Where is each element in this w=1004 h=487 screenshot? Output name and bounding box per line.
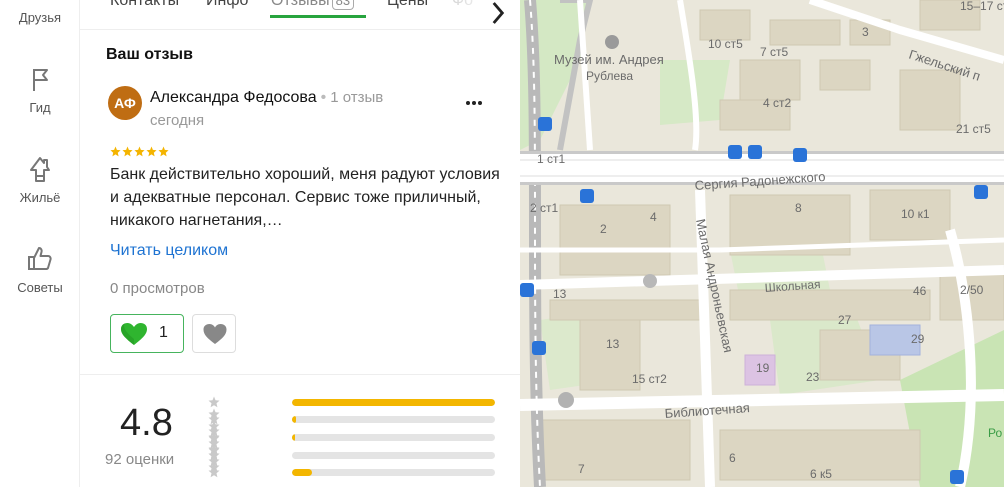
rating-bar-fill [292, 416, 297, 423]
map[interactable]: 15–17 ст5 10 ст5 7 ст5 3 Музей им. Андрея Руб… [520, 0, 1004, 487]
star-icon [122, 146, 133, 157]
overall-rating: 4.8 [120, 402, 173, 444]
rail-item-label: Гид [29, 100, 51, 115]
map-label: 10 к1 [901, 207, 930, 221]
map-label: 19 [756, 361, 770, 375]
rating-bar [292, 469, 495, 476]
reviews-count-badge: 83 [331, 0, 355, 10]
tab-info[interactable]: Инфо [206, 0, 248, 30]
map-label: 27 [838, 313, 852, 327]
map-label: 15 ст2 [632, 372, 667, 386]
map-label: 21 ст5 [956, 122, 991, 136]
star-icon [110, 146, 121, 157]
map-label: 3 [862, 25, 869, 39]
map-label: Рублева [586, 69, 633, 83]
map-label: 2/50 [960, 283, 984, 297]
rail-item-tips[interactable]: Советы [0, 244, 80, 295]
map-label: 6 к5 [810, 467, 832, 481]
rating-bar [292, 416, 495, 423]
star-icon [146, 146, 157, 157]
active-tab-underline [270, 15, 366, 18]
tab-contacts[interactable]: Контакты [110, 0, 179, 30]
star-icon [158, 146, 169, 157]
map-label: 15–17 ст5 [960, 0, 1004, 13]
map-label: 2 ст1 [530, 201, 559, 215]
avatar[interactable]: АФ [108, 86, 142, 120]
rating-bar [292, 452, 495, 459]
map-label: 23 [806, 370, 820, 384]
like-button[interactable]: 1 [110, 314, 184, 353]
star-icon [208, 449, 220, 461]
rating-bar [292, 399, 495, 406]
views-count: 0 просмотров [110, 280, 205, 297]
map-label: 7 [578, 462, 585, 476]
map-canvas[interactable]: 15–17 ст5 10 ст5 7 ст5 3 Музей им. Андрея Руб… [520, 0, 1004, 487]
your-review-heading: Ваш отзыв [106, 46, 193, 63]
review-author: Александра Федосова • 1 отзыв [150, 89, 384, 106]
rail-item-housing[interactable]: Жильё [0, 154, 80, 205]
more-options-icon[interactable] [466, 92, 490, 112]
heart-icon [121, 323, 147, 345]
map-label: Музей им. Андрея [554, 52, 664, 67]
author-name[interactable]: Александра Федосова [150, 89, 317, 106]
flag-icon [33, 69, 48, 91]
map-label: 8 [795, 201, 802, 215]
map-label: 2 [600, 222, 607, 236]
author-review-count: 1 отзыв [330, 89, 384, 106]
rail-item-label: Советы [17, 280, 63, 295]
rail-item-label: Жильё [19, 190, 61, 205]
chevron-right-icon[interactable] [488, 0, 508, 28]
map-label: 4 ст2 [763, 96, 792, 110]
map-label: 6 [729, 451, 736, 465]
map-label: 1 ст1 [537, 152, 566, 166]
rail-item-friends[interactable]: Друзья [0, 10, 80, 25]
broken-heart-icon [203, 324, 227, 344]
read-more-link[interactable]: Читать целиком [110, 242, 228, 260]
tab-prices[interactable]: Цены [387, 0, 428, 30]
map-label: 46 [913, 284, 927, 298]
map-label: 13 [553, 287, 567, 301]
thumbs-up-icon [28, 247, 52, 270]
left-rail: Друзья Гид Жильё Советы [0, 0, 80, 487]
rating-bar-fill [292, 469, 313, 476]
star-icon [134, 146, 145, 157]
tab-bar: Контакты Инфо Отзывы83 Цены Фо [80, 0, 520, 30]
star-icon [208, 466, 220, 478]
like-count: 1 [159, 324, 168, 341]
map-label: 13 [606, 337, 620, 351]
rail-item-guide[interactable]: Гид [0, 64, 80, 115]
rail-item-label: Друзья [18, 10, 62, 25]
review-date: сегодня [150, 112, 205, 129]
star-icon [208, 396, 220, 408]
map-label: Ро [988, 426, 1002, 440]
map-label: 7 ст5 [760, 45, 789, 59]
dislike-button[interactable] [192, 314, 236, 353]
map-label: 29 [911, 332, 925, 346]
rating-bar [292, 434, 495, 441]
house-icon [30, 157, 50, 182]
star-icon [208, 413, 220, 425]
rating-bar-fill [292, 399, 495, 406]
organization-panel: Контакты Инфо Отзывы83 Цены Фо Ваш отзыв… [80, 0, 520, 487]
divider [80, 374, 520, 375]
review-stars [110, 146, 170, 158]
rating-bar-fill [292, 434, 296, 441]
map-label: 4 [650, 210, 657, 224]
review-text: Банк действительно хороший, меня радуют … [110, 166, 500, 229]
map-label: 10 ст5 [708, 37, 743, 51]
star-icon [208, 431, 220, 443]
ratings-count: 92 оценки [105, 451, 175, 468]
